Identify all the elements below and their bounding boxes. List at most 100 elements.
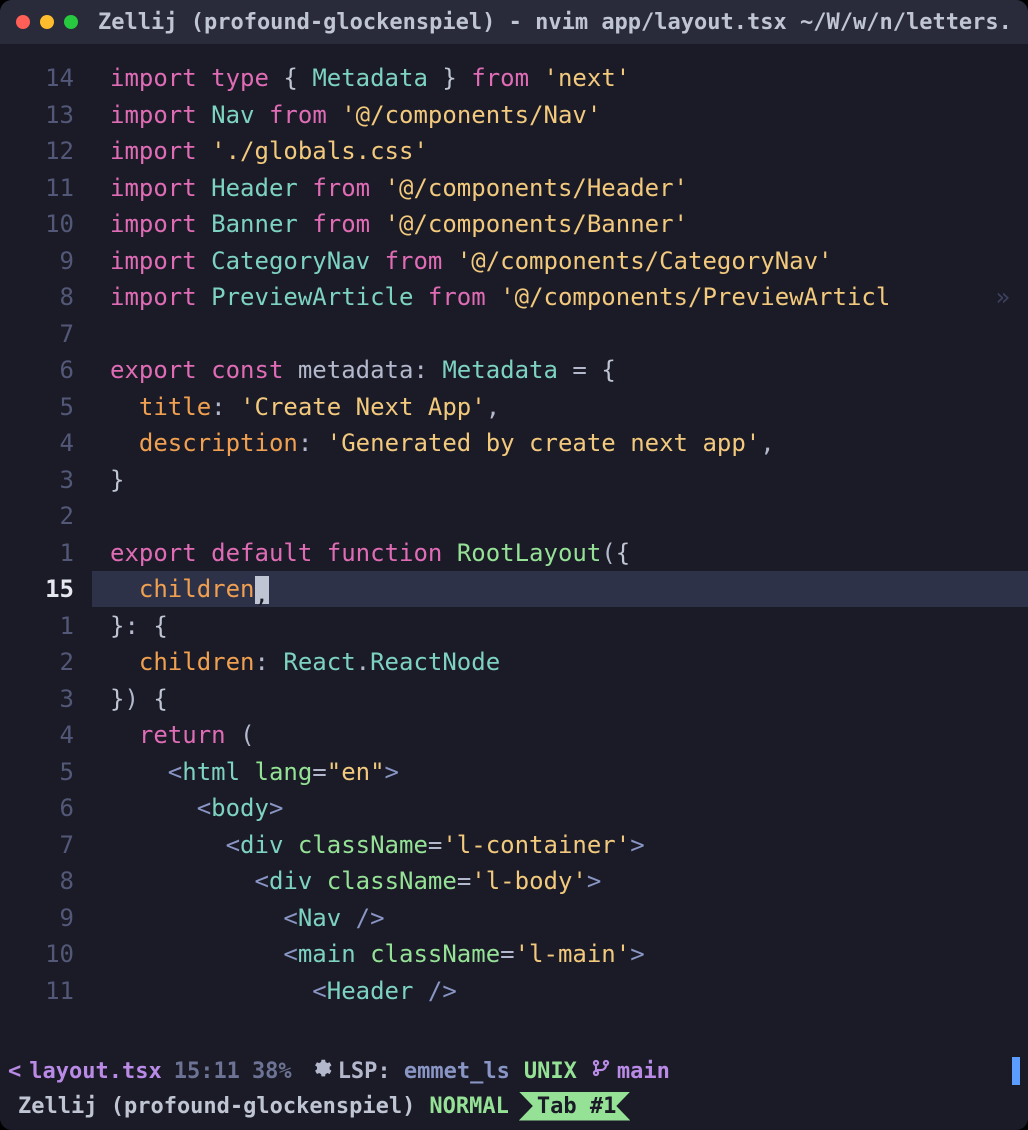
- code-content[interactable]: import PreviewArticle from '@/components…: [92, 279, 1028, 315]
- code-content[interactable]: }) {: [92, 681, 1028, 717]
- editor-viewport[interactable]: 14import type { Metadata } from 'next'13…: [0, 44, 1028, 1052]
- statusline-lsp-label: LSP:: [338, 1059, 391, 1084]
- code-content[interactable]: children,: [92, 571, 1028, 607]
- statusline-indicator: [1012, 1057, 1020, 1085]
- line-number: 9: [0, 900, 92, 936]
- code-content[interactable]: export const metadata: Metadata = {: [92, 352, 1028, 388]
- statusline-percent: 38%: [252, 1059, 292, 1084]
- zellij-statusbar: Zellij (profound-glockenspiel) NORMAL Ta…: [0, 1090, 1028, 1130]
- code-line[interactable]: 10import Banner from '@/components/Banne…: [0, 206, 1028, 243]
- code-line[interactable]: 3}) {: [0, 681, 1028, 718]
- line-number: 3: [0, 681, 92, 717]
- code-content[interactable]: <Header />: [92, 973, 1028, 1009]
- code-content[interactable]: title: 'Create Next App',: [92, 389, 1028, 425]
- line-number: 7: [0, 316, 92, 352]
- maximize-window-icon[interactable]: [64, 15, 78, 29]
- minimize-window-icon[interactable]: [40, 15, 54, 29]
- code-line[interactable]: 2 children: React.ReactNode: [0, 644, 1028, 681]
- statusline-encoding: UNIX: [524, 1059, 577, 1084]
- zellij-tab[interactable]: Tab #1: [519, 1092, 630, 1121]
- git-branch-icon: [591, 1058, 611, 1084]
- window-title: Zellij (profound-glockenspiel) - nvim ap…: [98, 10, 1012, 35]
- line-number: 2: [0, 498, 92, 534]
- code-line[interactable]: 9 <Nav />: [0, 900, 1028, 937]
- code-content[interactable]: <div className='l-container'>: [92, 827, 1028, 863]
- code-line[interactable]: 8 <div className='l-body'>: [0, 863, 1028, 900]
- code-content[interactable]: export default function RootLayout({: [92, 535, 1028, 571]
- statusline-caret: <: [8, 1059, 21, 1084]
- code-content[interactable]: <Nav />: [92, 900, 1028, 936]
- code-line[interactable]: 6 <body>: [0, 790, 1028, 827]
- line-number: 1: [0, 608, 92, 644]
- line-number: 5: [0, 389, 92, 425]
- code-content[interactable]: description: 'Generated by create next a…: [92, 425, 1028, 461]
- code-line[interactable]: 2: [0, 498, 1028, 535]
- line-number: 9: [0, 243, 92, 279]
- line-number: 11: [0, 170, 92, 206]
- line-number: 12: [0, 133, 92, 169]
- line-overflow-icon: »: [996, 279, 1010, 315]
- code-content[interactable]: import Header from '@/components/Header': [92, 170, 1028, 206]
- code-line[interactable]: 6export const metadata: Metadata = {: [0, 352, 1028, 389]
- code-content[interactable]: }: {: [92, 608, 1028, 644]
- code-content[interactable]: <body>: [92, 790, 1028, 826]
- line-number: 15: [0, 571, 92, 607]
- statusline-position: 15:11: [174, 1059, 240, 1084]
- code-line[interactable]: 14import type { Metadata } from 'next': [0, 60, 1028, 97]
- code-line[interactable]: 1}: {: [0, 608, 1028, 645]
- terminal-window: Zellij (profound-glockenspiel) - nvim ap…: [0, 0, 1028, 1130]
- line-number: 6: [0, 352, 92, 388]
- line-number: 11: [0, 973, 92, 1009]
- code-line[interactable]: 1export default function RootLayout({: [0, 535, 1028, 572]
- line-number: 5: [0, 754, 92, 790]
- close-window-icon[interactable]: [16, 15, 30, 29]
- statusline-filename: layout.tsx: [29, 1059, 161, 1084]
- code-line[interactable]: 9import CategoryNav from '@/components/C…: [0, 243, 1028, 280]
- code-content[interactable]: import CategoryNav from '@/components/Ca…: [92, 243, 1028, 279]
- code-line[interactable]: 8import PreviewArticle from '@/component…: [0, 279, 1028, 316]
- code-content[interactable]: import Banner from '@/components/Banner': [92, 206, 1028, 242]
- code-line[interactable]: 5 <html lang="en">: [0, 754, 1028, 791]
- code-line[interactable]: 4 return (: [0, 717, 1028, 754]
- code-line[interactable]: 7 <div className='l-container'>: [0, 827, 1028, 864]
- statusline-lsp-value: emmet_ls: [404, 1059, 510, 1084]
- code-line[interactable]: 4 description: 'Generated by create next…: [0, 425, 1028, 462]
- line-number: 10: [0, 936, 92, 972]
- line-number: 10: [0, 206, 92, 242]
- code-line[interactable]: 13import Nav from '@/components/Nav': [0, 97, 1028, 134]
- statusline-git-branch: main: [617, 1059, 670, 1084]
- code-content[interactable]: }: [92, 462, 1028, 498]
- line-number: 4: [0, 425, 92, 461]
- line-number: 13: [0, 97, 92, 133]
- line-number: 3: [0, 462, 92, 498]
- vim-statusline: < layout.tsx 15:11 38% LSP: emmet_ls UNI…: [0, 1052, 1028, 1090]
- line-number: 14: [0, 60, 92, 96]
- code-content[interactable]: import type { Metadata } from 'next': [92, 60, 1028, 96]
- line-number: 4: [0, 717, 92, 753]
- gear-icon: [310, 1057, 332, 1085]
- code-line[interactable]: 11import Header from '@/components/Heade…: [0, 170, 1028, 207]
- code-line[interactable]: 11 <Header />: [0, 973, 1028, 1010]
- code-line[interactable]: 10 <main className='l-main'>: [0, 936, 1028, 973]
- code-content[interactable]: <html lang="en">: [92, 754, 1028, 790]
- line-number: 8: [0, 863, 92, 899]
- code-line[interactable]: 5 title: 'Create Next App',: [0, 389, 1028, 426]
- traffic-lights: [16, 15, 78, 29]
- line-number: 2: [0, 644, 92, 680]
- line-number: 1: [0, 535, 92, 571]
- code-content[interactable]: <main className='l-main'>: [92, 936, 1028, 972]
- code-content[interactable]: import './globals.css': [92, 133, 1028, 169]
- zellij-session-name: Zellij (profound-glockenspiel): [18, 1094, 415, 1119]
- code-content[interactable]: import Nav from '@/components/Nav': [92, 97, 1028, 133]
- line-number: 6: [0, 790, 92, 826]
- code-content[interactable]: <div className='l-body'>: [92, 863, 1028, 899]
- code-line[interactable]: 12import './globals.css': [0, 133, 1028, 170]
- code-line[interactable]: 3}: [0, 462, 1028, 499]
- titlebar: Zellij (profound-glockenspiel) - nvim ap…: [0, 0, 1028, 44]
- code-content[interactable]: children: React.ReactNode: [92, 644, 1028, 680]
- code-line[interactable]: 15 children,: [0, 571, 1028, 608]
- zellij-mode: NORMAL: [429, 1094, 508, 1119]
- line-number: 7: [0, 827, 92, 863]
- code-line[interactable]: 7: [0, 316, 1028, 353]
- code-content[interactable]: return (: [92, 717, 1028, 753]
